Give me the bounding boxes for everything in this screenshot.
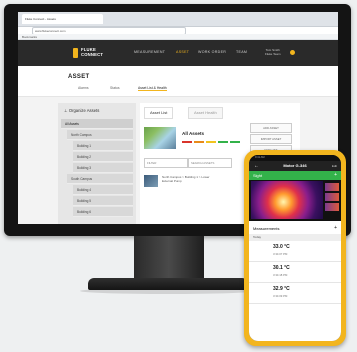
measurement-time: 3:34:18 PM [273, 273, 288, 277]
smartphone: 9:41 AM ← Motor G-346 Edit Sight + Measu… [244, 150, 346, 346]
nav-asset[interactable]: ASSET [176, 50, 189, 54]
all-assets-heading: All Assets [182, 131, 205, 136]
thermal-thumbnail-2[interactable] [325, 193, 339, 201]
measurement-value: 30.1 °C [273, 265, 290, 271]
status-bar-3 [206, 141, 216, 143]
phone-title: Motor G-346 [283, 163, 307, 168]
phone-edit-button[interactable]: Edit [332, 161, 337, 171]
thermal-thumbnail-1[interactable] [325, 183, 339, 191]
subnav-alarms[interactable]: Alarms [78, 86, 89, 90]
measurement-value: 33.0 °C [273, 244, 290, 250]
organize-assets-title: ⊥ Organize Assets [64, 108, 100, 113]
status-bar-1 [182, 141, 192, 143]
nav-work-order[interactable]: WORK ORDER [198, 50, 226, 54]
tree-item-building-6[interactable]: Building 6 [73, 207, 133, 217]
browser-tab[interactable]: Fluke Connect - Assets [22, 14, 103, 24]
measurements-title: Measurements [253, 226, 280, 231]
measurement-value: 32.9 °C [273, 286, 290, 292]
app-header: FLUKE CONNECT MEASUREMENT ASSET WORK ORD… [18, 40, 338, 66]
add-sight-icon[interactable]: + [334, 171, 337, 180]
import-asset-button[interactable]: IMPORT ASSET [250, 134, 292, 144]
tree-item-building-1[interactable]: Building 1 [73, 141, 133, 151]
measurements-panel: Measurements + Today 33.0 °C 3:34:07 PM … [249, 221, 341, 341]
user-info[interactable]: Tom Smith Fluke Team [265, 48, 280, 56]
measurement-row[interactable]: 32.9 °C 3:34:09 PM [249, 283, 341, 304]
organize-assets-panel: ⊥ Organize Assets All Assets North Campu… [58, 103, 136, 224]
sight-section-label: Sight [253, 173, 263, 178]
address-row: www.flukeconnect.com [20, 26, 336, 35]
measurement-row[interactable]: 30.1 °C 3:34:18 PM [249, 262, 341, 283]
nav-team[interactable]: TEAM [236, 50, 247, 54]
asset-row-text[interactable]: North Campus > Building 1 > Lower Extern… [162, 175, 210, 183]
subnav-status[interactable]: Status [110, 86, 120, 90]
thermal-image[interactable] [251, 181, 323, 219]
monitor-stand-base [88, 278, 248, 290]
tab-asset-health[interactable]: Asset Health [188, 107, 223, 119]
tree-item-building-5[interactable]: Building 5 [73, 196, 133, 206]
measurement-time: 3:34:09 PM [273, 294, 288, 298]
tree-item-all-assets[interactable]: All Assets [61, 119, 133, 129]
phone-screen: 9:41 AM ← Motor G-346 Edit Sight + Measu… [249, 155, 341, 341]
asset-photo [144, 127, 176, 149]
sight-section-header: Sight + [249, 171, 341, 180]
logo-mark-icon [73, 48, 78, 58]
tree-item-building-3[interactable]: Building 3 [73, 163, 133, 173]
measurement-time: 3:34:07 PM [273, 252, 288, 256]
search-assets-input[interactable]: SEARCH ASSETS [188, 158, 232, 168]
subnav-asset-list-health[interactable]: Asset List & Health [138, 86, 167, 91]
tree-item-south-campus[interactable]: South Campus [67, 174, 133, 184]
status-color-bars [182, 141, 240, 143]
status-bar-4 [218, 141, 228, 143]
thermal-thumbnail-3[interactable] [325, 203, 339, 211]
row-asset-thumbnail [144, 175, 158, 187]
add-measurement-icon[interactable]: + [334, 225, 337, 231]
add-asset-button[interactable]: ADD ASSET [250, 123, 292, 133]
tree-item-building-4[interactable]: Building 4 [73, 185, 133, 195]
tree-item-north-campus[interactable]: North Campus [67, 130, 133, 140]
page-title: ASSET [68, 74, 90, 80]
status-bar-2 [194, 141, 204, 143]
fluke-connect-logo[interactable]: FLUKE CONNECT [73, 46, 103, 60]
tree-item-building-2[interactable]: Building 2 [73, 152, 133, 162]
tab-asset-list[interactable]: Asset List [144, 107, 174, 119]
phone-title-bar: ← Motor G-346 Edit [249, 161, 341, 171]
monitor-stand-neck [134, 236, 204, 282]
browser-tab-bar: Fluke Connect - Assets [18, 12, 338, 27]
logo-line2: CONNECT [81, 52, 104, 57]
user-avatar-icon[interactable] [290, 50, 295, 55]
asset-row-name: External Pump [162, 179, 182, 183]
user-team: Fluke Team [265, 52, 281, 56]
today-divider: Today [249, 234, 341, 241]
page-header: ASSET Alarms Status Asset List & Health [18, 66, 338, 97]
measurement-row[interactable]: 33.0 °C 3:34:07 PM [249, 241, 341, 262]
marketing-scene: Fluke Connect - Assets www.flukeconnect.… [0, 0, 357, 352]
filter-dropdown[interactable]: FILTER [144, 158, 188, 168]
status-bar-5 [230, 141, 240, 143]
nav-measurement[interactable]: MEASUREMENT [134, 50, 165, 54]
